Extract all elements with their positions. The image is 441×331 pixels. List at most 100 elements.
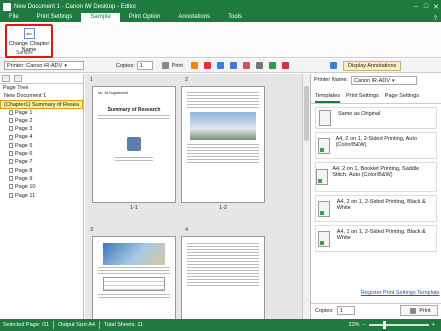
chapter-name-icon: abc <box>23 28 35 39</box>
tree-page-label: Page 7 <box>15 159 33 166</box>
display-annotations-button[interactable]: Display Annotations <box>342 60 402 71</box>
tree-page-label: Page 6 <box>15 151 33 158</box>
page-thumbnail[interactable] <box>181 86 265 203</box>
template-item[interactable]: A4, 1 on 1, 2-Sided Printing, Black & Wh… <box>315 225 437 252</box>
tree-page-item[interactable]: Page 3 <box>0 125 83 133</box>
window-title: New Document 1 - Canon iW Desktop - Edit… <box>14 3 137 10</box>
tree-page-item[interactable]: Page 2 <box>0 117 83 125</box>
pane-copies-label: Copies: <box>315 307 334 314</box>
total-sheets-status: Total Sheets: 11 <box>104 322 144 328</box>
copies-group: Copies: 1 <box>116 61 153 70</box>
delete-icon[interactable] <box>203 62 211 69</box>
zoom-out-icon[interactable]: − <box>363 322 366 328</box>
template-icon <box>316 108 334 128</box>
pane-print-button[interactable]: Print <box>400 305 438 316</box>
tab-sample[interactable]: Sample <box>81 13 120 22</box>
close-button[interactable]: ✕ <box>431 3 441 11</box>
page-icon <box>9 192 13 198</box>
printer-name-select[interactable]: Canon iR-ADV <box>350 75 417 85</box>
zoom-slider-thumb[interactable] <box>382 321 386 329</box>
template-label: A4, 2 on 1, 2-Sided Printing, Auto (Colo… <box>335 136 417 149</box>
tab-print-settings[interactable]: Print Settings <box>28 13 82 22</box>
tree-tab-icon[interactable] <box>2 75 10 82</box>
ribbon: abc Change Chapter Name <box>0 22 441 58</box>
page-icon <box>9 184 13 190</box>
sheet-number: 3 <box>90 227 94 233</box>
zoom-in-icon[interactable]: + <box>432 322 435 328</box>
page-thumbnail[interactable] <box>92 236 176 319</box>
pane-copies-input[interactable]: 1 <box>336 306 355 315</box>
template-label: A4, 2 on 1, Booklet Printing, Saddle Sti… <box>332 166 420 179</box>
copies-input[interactable]: 1 <box>136 61 153 70</box>
template-icon <box>316 133 332 158</box>
arrange-icon[interactable] <box>329 62 337 69</box>
undo-icon[interactable] <box>216 62 224 69</box>
tab-templates[interactable]: Templates <box>315 93 341 103</box>
redo-icon[interactable] <box>229 62 237 69</box>
status-bar: Selected Page: /11 Output Size:A4 Total … <box>0 319 441 331</box>
template-item[interactable]: A4, 2 on 1, 2-Sided Printing, Auto (Colo… <box>315 132 437 159</box>
tab-print-option[interactable]: Print Option <box>120 13 170 22</box>
template-item[interactable]: Same as Original <box>315 107 437 129</box>
thumbnail-tab-icon[interactable] <box>14 75 22 82</box>
tree-page-item[interactable]: Page 9 <box>0 175 83 183</box>
minimize-button[interactable]: – <box>411 3 421 11</box>
settings-tabs: Templates Print Settings Page Settings <box>311 86 441 104</box>
page-preview-area: 1 2 No. 45 Supplement Summary of Researc… <box>85 74 310 319</box>
page-tree-pane: Page Tree New Document 1 (Chapter1) Summ… <box>0 74 84 319</box>
copy-icon[interactable] <box>255 62 263 69</box>
tree-page-item[interactable]: Page 10 <box>0 183 83 191</box>
tree-chapter[interactable]: (Chapter1) Summary of Resea <box>0 100 83 109</box>
tree-page-item[interactable]: Page 7 <box>0 158 83 166</box>
tree-page-item[interactable]: Page 4 <box>0 133 83 141</box>
page-label: 1-2 <box>219 205 227 211</box>
maximize-button[interactable]: □ <box>421 3 431 11</box>
scrollbar-thumb[interactable] <box>304 86 309 141</box>
zoom-slider[interactable] <box>368 321 429 329</box>
tree-document[interactable]: New Document 1 <box>0 92 83 100</box>
tree-page-item[interactable]: Page 8 <box>0 167 83 175</box>
tree-page-label: Page 5 <box>15 142 33 149</box>
page-list: Page 1 Page 2 Page 3 Page 4 Page 5 Page 6 Page… <box>0 109 83 200</box>
chapter-name: (Chapter1) Summary of Resea <box>4 102 79 109</box>
edit-icon[interactable] <box>190 62 198 69</box>
pane-print-label: Print <box>419 307 431 314</box>
tree-page-item[interactable]: Page 1 <box>0 109 83 117</box>
tab-page-settings[interactable]: Page Settings <box>385 93 419 103</box>
page-thumbnail[interactable] <box>181 236 265 319</box>
print-label: Print <box>171 62 183 69</box>
tree-page-label: Page 9 <box>15 175 33 182</box>
tree-page-item[interactable]: Page 6 <box>0 150 83 158</box>
template-label: A4, 1 on 1, 2-Sided Printing, Black & Wh… <box>336 229 426 242</box>
cross-icon[interactable] <box>281 62 289 69</box>
tree-page-item[interactable]: Page 11 <box>0 192 83 200</box>
register-template-link[interactable]: Register Print Settings Template <box>361 290 439 296</box>
cut-icon[interactable] <box>242 62 250 69</box>
app-icon <box>3 2 11 11</box>
tab-annotations[interactable]: Annotations <box>169 13 219 22</box>
document-name: New Document 1 <box>4 93 47 99</box>
printer-icon <box>410 307 417 314</box>
printer-select[interactable]: Printer: Canon iR-ADV <box>4 61 84 70</box>
check-icon[interactable] <box>268 62 276 69</box>
tab-file[interactable]: File <box>0 13 28 22</box>
menu-bar: File Print Settings Sample Print Option … <box>0 13 441 22</box>
tab-print-settings-pane[interactable]: Print Settings <box>346 93 379 103</box>
tab-tools[interactable]: Tools <box>219 13 251 22</box>
page-thumbnail[interactable]: No. 45 Supplement Summary of Research <box>92 86 176 203</box>
page1-heading: Summary of Research <box>107 107 161 113</box>
vertical-scrollbar[interactable] <box>302 74 310 319</box>
tree-page-item[interactable]: Page 5 <box>0 142 83 150</box>
pane-copies-row: Copies: 1 Print <box>311 303 441 317</box>
zoom-value: 23% <box>348 322 360 328</box>
page1-sub: No. 45 Supplement <box>98 91 128 95</box>
output-size-status: Output Size:A4 <box>58 322 96 328</box>
page-icon <box>9 176 13 182</box>
left-pane-tabs <box>0 74 83 84</box>
print-settings-pane: Printer Name: Canon iR-ADV Templates Pri… <box>310 74 441 319</box>
print-button[interactable]: Print <box>159 62 183 69</box>
photo-image <box>190 112 256 140</box>
template-item[interactable]: A4, 2 on 1, 2-Sided Printing, Black & Wh… <box>315 195 437 222</box>
template-list: Same as Original A4, 2 on 1, 2-Sided Prin… <box>311 107 441 252</box>
template-item[interactable]: A4, 2 on 1, Booklet Printing, Saddle Sti… <box>315 162 437 192</box>
